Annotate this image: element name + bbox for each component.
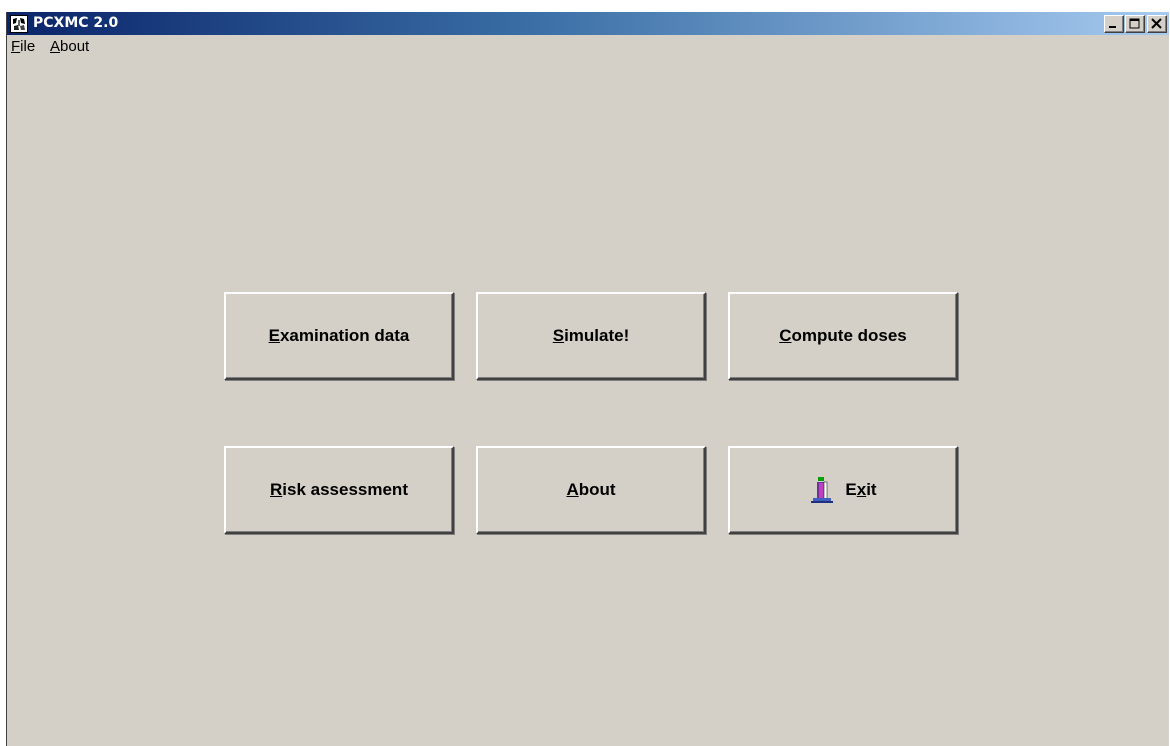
menu-about-rest: bout xyxy=(60,38,90,55)
app-window: PCXMC 2.0 File About Examination data Si… xyxy=(6,12,1169,746)
examination-data-label: Examination data xyxy=(268,326,410,345)
simulate-button[interactable]: Simulate! xyxy=(476,292,706,380)
maximize-icon xyxy=(1129,18,1140,29)
about-label: About xyxy=(566,480,616,499)
menu-file-rest: ile xyxy=(20,38,36,55)
risk-assessment-button[interactable]: Risk assessment xyxy=(224,446,454,534)
pcxmc-app-icon[interactable] xyxy=(10,15,28,33)
simulate-label: Simulate! xyxy=(552,326,630,345)
close-button[interactable] xyxy=(1147,15,1167,33)
exit-label: Exit xyxy=(845,480,877,499)
menu-bar: File About xyxy=(7,36,1169,60)
maximize-button[interactable] xyxy=(1125,15,1145,33)
close-icon xyxy=(1151,18,1162,29)
compute-doses-label: Compute doses xyxy=(779,326,907,345)
about-button[interactable]: About xyxy=(476,446,706,534)
risk-assessment-label: Risk assessment xyxy=(270,480,408,499)
menu-about[interactable]: About xyxy=(50,36,89,58)
examination-data-button[interactable]: Examination data xyxy=(224,292,454,380)
window-title: PCXMC 2.0 xyxy=(33,15,119,31)
minimize-icon xyxy=(1109,26,1116,28)
compute-doses-button[interactable]: Compute doses xyxy=(728,292,958,380)
exit-button[interactable]: Exit xyxy=(728,446,958,534)
exit-door-icon xyxy=(809,476,835,504)
menu-file-mnemonic: F xyxy=(11,38,21,55)
menu-about-mnemonic: A xyxy=(50,38,61,55)
menu-file[interactable]: File xyxy=(11,36,35,58)
title-bar[interactable]: PCXMC 2.0 xyxy=(7,12,1169,35)
minimize-button[interactable] xyxy=(1104,15,1124,33)
